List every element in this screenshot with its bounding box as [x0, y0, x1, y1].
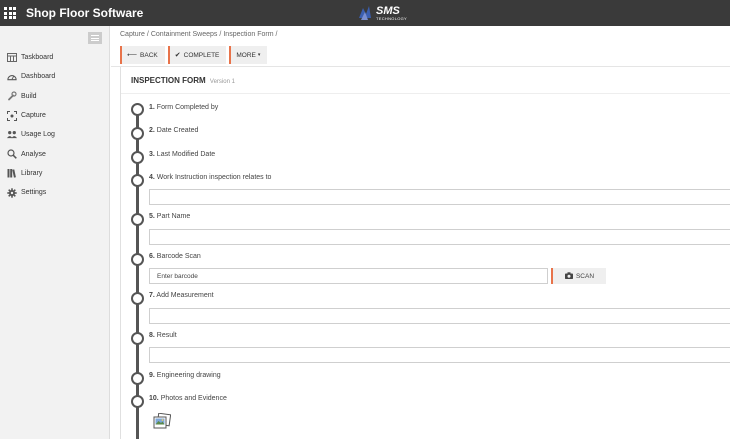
breadcrumb: Capture / Containment Sweeps / Inspection Fo…: [120, 31, 278, 38]
barcode-placeholder: Enter barcode: [157, 272, 198, 280]
step-marker: [131, 395, 144, 408]
step-label: 7. Add Measurement: [149, 292, 214, 299]
step-label: 10. Photos and Evidence: [149, 395, 227, 402]
logo-sub-text: TECHNOLOGY: [376, 15, 408, 21]
form-title-text: INSPECTION FORM: [131, 76, 206, 85]
sidebar-item-capture[interactable]: Capture: [0, 106, 110, 125]
sidebar: Taskboard Dashboard Build Capture Usage …: [0, 26, 110, 439]
gear-icon: [7, 188, 17, 198]
back-button-label: BACK: [140, 51, 158, 59]
more-button-label: MORE: [236, 51, 256, 59]
sidebar-item-dashboard[interactable]: Dashboard: [0, 67, 110, 86]
taskboard-icon: [7, 53, 17, 63]
app-menu-button[interactable]: [0, 0, 20, 26]
sidebar-item-label: Analyse: [21, 150, 46, 158]
measurement-field[interactable]: [149, 308, 730, 324]
users-icon: [7, 130, 17, 140]
step-label: 4. Work Instruction inspection relates t…: [149, 174, 272, 181]
sidebar-item-library[interactable]: Library: [0, 164, 110, 183]
sidebar-item-usage-log[interactable]: Usage Log: [0, 125, 110, 144]
company-logo: SMS TECHNOLOGY: [357, 2, 407, 24]
sidebar-item-build[interactable]: Build: [0, 87, 110, 106]
step-marker: [131, 174, 144, 187]
scan-button[interactable]: SCAN: [551, 268, 606, 284]
magnifier-icon: [7, 149, 17, 159]
sidebar-item-taskboard[interactable]: Taskboard: [0, 48, 110, 67]
sidebar-item-label: Dashboard: [21, 73, 56, 81]
grid-icon: [4, 7, 16, 19]
app-title: Shop Floor Software: [26, 6, 144, 20]
sms-logo-icon: [359, 6, 371, 20]
camera-icon: [564, 271, 573, 281]
top-bar: Shop Floor Software SMS TECHNOLOGY: [0, 0, 730, 26]
chevron-down-icon: ▾: [257, 52, 261, 58]
step-label: 2. Date Created: [149, 127, 199, 134]
more-button[interactable]: MORE ▾: [229, 46, 268, 64]
breadcrumb-item[interactable]: Containment Sweeps: [151, 31, 218, 38]
sidebar-item-analyse[interactable]: Analyse: [0, 144, 110, 163]
library-icon: [7, 168, 17, 179]
sidebar-item-label: Build: [21, 92, 37, 100]
main-content: Capture / Containment Sweeps / Inspection Fo…: [111, 26, 730, 439]
sidebar-item-settings[interactable]: Settings: [0, 183, 110, 202]
arrow-left-icon: ⟵: [127, 52, 138, 59]
sidebar-item-label: Usage Log: [21, 131, 55, 139]
step-marker: [131, 372, 144, 385]
step-label: 9. Engineering drawing: [149, 372, 221, 379]
form-version: Version 1: [209, 79, 235, 85]
sidebar-item-label: Capture: [21, 112, 46, 120]
step-marker: [131, 127, 144, 140]
form-title: INSPECTION FORM Version 1: [131, 76, 235, 85]
step-marker: [131, 103, 144, 116]
step-label: 1. Form Completed by: [149, 104, 219, 111]
step-marker: [131, 292, 144, 305]
step-marker: [131, 332, 144, 345]
step-label: 8. Result: [149, 332, 177, 339]
step-marker: [131, 213, 144, 226]
barcode-input[interactable]: Enter barcode: [149, 268, 548, 284]
wrench-icon: [7, 91, 17, 101]
logo-main-text: SMS: [376, 4, 400, 17]
breadcrumb-item[interactable]: Capture: [120, 31, 145, 38]
sidebar-collapse-button[interactable]: [88, 32, 102, 44]
checkmark-icon: ✔: [174, 52, 181, 59]
part-name-field[interactable]: [149, 229, 730, 245]
step-marker: [131, 253, 144, 266]
result-field[interactable]: [149, 347, 730, 363]
sidebar-nav: Taskboard Dashboard Build Capture Usage …: [0, 48, 110, 202]
work-instruction-field[interactable]: [149, 189, 730, 205]
title-divider: [121, 93, 730, 94]
step-label: 3. Last Modified Date: [149, 151, 216, 158]
step-marker: [131, 151, 144, 164]
step-label: 6. Barcode Scan: [149, 253, 201, 260]
back-button[interactable]: ⟵ BACK: [120, 46, 165, 64]
sidebar-item-label: Library: [21, 169, 43, 177]
capture-icon: [7, 110, 17, 121]
breadcrumb-item[interactable]: Inspection Form: [223, 31, 273, 38]
sidebar-item-label: Settings: [21, 189, 47, 197]
step-label: 5. Part Name: [149, 213, 191, 220]
scan-button-label: SCAN: [575, 272, 595, 280]
complete-button[interactable]: ✔ COMPLETE: [167, 46, 227, 64]
dashboard-icon: [7, 72, 17, 82]
toolbar: ⟵ BACK ✔ COMPLETE MORE ▾: [120, 46, 270, 64]
inspection-form: INSPECTION FORM Version 1 1. Form Comple…: [120, 67, 730, 439]
photos-upload-icon[interactable]: [153, 412, 172, 431]
complete-button-label: COMPLETE: [183, 51, 220, 59]
sidebar-item-label: Taskboard: [21, 54, 54, 62]
